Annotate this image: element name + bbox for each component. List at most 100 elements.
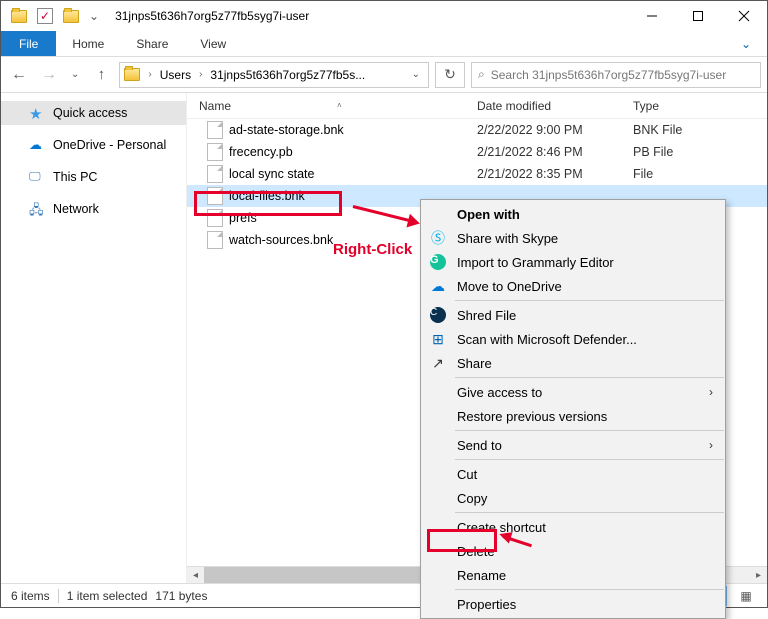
ribbon-tabs: File Home Share View ⌄ [1,31,767,57]
annotation-text: Right-Click [333,241,412,258]
tab-home[interactable]: Home [56,31,120,56]
search-icon: ⌕ [478,67,485,82]
sidebar: ★ Quick access ☁ OneDrive - Personal 🖵 T… [1,93,187,583]
refresh-button[interactable]: ↻ [435,62,465,88]
file-date: 2/21/2022 8:35 PM [477,167,633,181]
nav-forward-button: → [37,63,61,87]
file-icon [207,143,223,161]
ctx-properties[interactable]: Properties [421,592,725,616]
view-large-button[interactable]: ▦ [735,586,757,606]
tab-share[interactable]: Share [120,31,184,56]
grammarly-icon: G [429,253,447,271]
breadcrumb-users[interactable]: Users [160,68,191,82]
ctx-create-shortcut[interactable]: Create shortcut [421,515,725,539]
file-icon [207,165,223,183]
sort-indicator-icon: ˄ [337,101,342,110]
title-bar: ✓ ⌄ 31jnps5t636h7org5z77fb5syg7i-user [1,1,767,31]
status-size: 171 bytes [155,589,207,603]
nav-up-button[interactable]: ↑ [89,63,113,87]
sidebar-item-thispc[interactable]: 🖵 This PC [1,165,186,189]
close-button[interactable] [721,1,767,31]
sidebar-item-onedrive[interactable]: ☁ OneDrive - Personal [1,133,186,157]
status-count: 6 items [11,589,50,603]
chevron-right-icon: › [709,385,713,399]
file-icon [207,231,223,249]
folder-icon [11,10,27,23]
address-dropdown-icon[interactable]: ⌄ [408,69,424,80]
skype-icon: Ⓢ [429,229,447,247]
file-name: watch-sources.bnk [229,233,333,247]
file-icon [207,121,223,139]
ctx-rename[interactable]: Rename [421,563,725,587]
ctx-shred[interactable]: CShred File [421,303,725,327]
nav-history-button[interactable]: ⌄ [67,69,83,80]
tab-file[interactable]: File [1,31,56,56]
folder-icon [124,68,140,81]
window-title: 31jnps5t636h7org5z77fb5syg7i-user [99,9,629,23]
ctx-defender[interactable]: ⊞Scan with Microsoft Defender... [421,327,725,351]
ctx-give-access[interactable]: Give access to› [421,380,725,404]
monitor-icon: 🖵 [29,169,45,185]
sidebar-item-network[interactable]: 🖧 Network [1,197,186,221]
scroll-right-icon[interactable]: ▸ [750,567,767,583]
nav-back-button[interactable]: ← [7,63,31,87]
qat-customize-icon[interactable]: ⌄ [89,9,99,23]
file-icon [207,187,223,205]
network-icon: 🖧 [29,201,45,217]
cloud-icon: ☁ [29,137,45,153]
chevron-right-icon[interactable]: › [144,69,155,80]
file-type: BNK File [633,123,767,137]
status-selection: 1 item selected [67,589,148,603]
chevron-right-icon: › [709,438,713,452]
shred-icon: C [429,306,447,324]
sidebar-label: Quick access [53,106,127,120]
ctx-send-to[interactable]: Send to› [421,433,725,457]
file-row[interactable]: local sync state 2/21/2022 8:35 PM File [187,163,767,185]
file-icon [207,209,223,227]
annotation-arrow-delete [503,535,533,538]
chevron-right-icon[interactable]: › [195,69,206,80]
file-name: prefs [229,211,257,225]
qat-newfolder-icon[interactable] [63,10,79,23]
ctx-grammarly[interactable]: GImport to Grammarly Editor [421,250,725,274]
scroll-left-icon[interactable]: ◂ [187,567,204,583]
ctx-restore[interactable]: Restore previous versions [421,404,725,428]
ctx-cut[interactable]: Cut [421,462,725,486]
share-icon: ↗ [429,354,447,372]
ctx-move-onedrive[interactable]: ☁Move to OneDrive [421,274,725,298]
file-row[interactable]: ad-state-storage.bnk 2/22/2022 9:00 PM B… [187,119,767,141]
qat-properties-icon[interactable]: ✓ [37,8,53,24]
file-date: 2/22/2022 9:00 PM [477,123,633,137]
file-type: File [633,167,767,181]
breadcrumb-folder[interactable]: 31jnps5t636h7org5z77fb5s... [210,68,365,82]
file-name: ad-state-storage.bnk [229,123,344,137]
ctx-open-with[interactable]: Open with [421,202,725,226]
cloud-icon: ☁ [429,277,447,295]
ctx-skype[interactable]: ⓈShare with Skype [421,226,725,250]
column-date[interactable]: Date modified [477,99,633,113]
sidebar-label: Network [53,202,99,216]
file-date: 2/21/2022 8:46 PM [477,145,633,159]
search-input[interactable]: ⌕ Search 31jnps5t636h7org5z77fb5syg7i-us… [471,62,761,88]
search-placeholder: Search 31jnps5t636h7org5z77fb5syg7i-user [491,68,727,82]
sidebar-label: OneDrive - Personal [53,138,166,152]
star-icon: ★ [29,105,45,121]
ribbon-expand-icon[interactable]: ⌄ [725,31,767,56]
tab-view[interactable]: View [184,31,242,56]
column-name[interactable]: Name [199,99,231,113]
nav-bar: ← → ⌄ ↑ › Users › 31jnps5t636h7org5z77fb… [1,57,767,93]
column-type[interactable]: Type [633,99,767,113]
column-headers: Name ˄ Date modified Type [187,93,767,119]
sidebar-item-quick-access[interactable]: ★ Quick access [1,101,186,125]
ctx-delete[interactable]: Delete [421,539,725,563]
sidebar-label: This PC [53,170,97,184]
file-type: PB File [633,145,767,159]
address-bar[interactable]: › Users › 31jnps5t636h7org5z77fb5s... ⌄ [119,62,429,88]
file-name: frecency.pb [229,145,293,159]
file-row[interactable]: frecency.pb 2/21/2022 8:46 PM PB File [187,141,767,163]
minimize-button[interactable] [629,1,675,31]
maximize-button[interactable] [675,1,721,31]
ctx-share[interactable]: ↗Share [421,351,725,375]
ctx-copy[interactable]: Copy [421,486,725,510]
context-menu: Open with ⓈShare with Skype GImport to G… [420,199,726,619]
